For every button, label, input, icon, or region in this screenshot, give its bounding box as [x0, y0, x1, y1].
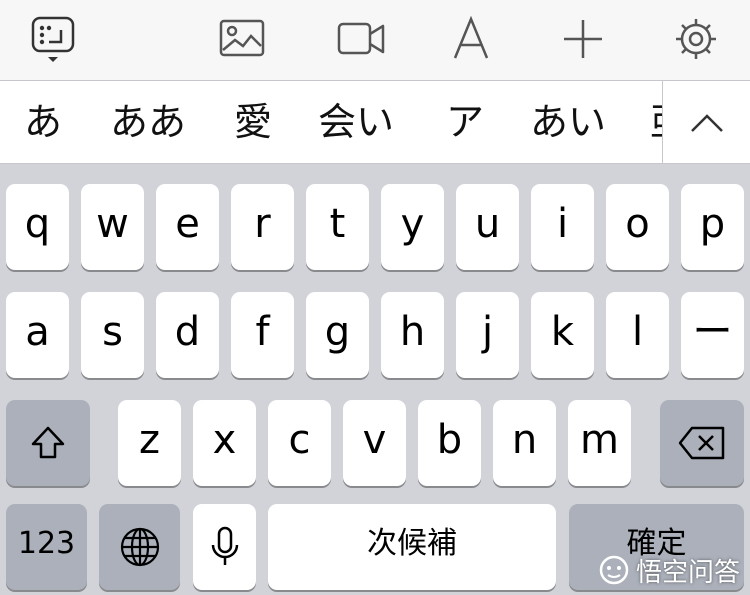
- key-q[interactable]: q: [6, 184, 69, 270]
- key-m[interactable]: m: [568, 400, 631, 486]
- watermark-logo-icon: [599, 555, 629, 585]
- key-a[interactable]: a: [6, 292, 69, 378]
- key-p[interactable]: p: [681, 184, 744, 270]
- key-g[interactable]: g: [306, 292, 369, 378]
- add-icon[interactable]: [558, 14, 608, 64]
- watermark: 悟空问答: [598, 553, 740, 588]
- key-v[interactable]: v: [343, 400, 406, 486]
- backspace-key[interactable]: [660, 400, 744, 486]
- key-z[interactable]: z: [118, 400, 181, 486]
- candidate-item-partial[interactable]: 亜: [650, 81, 662, 163]
- expand-candidates-button[interactable]: [663, 81, 750, 163]
- candidate-bar: あ ああ 愛 会い ア あい 亜: [0, 81, 750, 164]
- watermark-text: 悟空问答: [635, 557, 740, 588]
- candidate-item[interactable]: あ: [24, 81, 62, 163]
- microphone-icon: [211, 526, 238, 565]
- shift-arrow-icon: [31, 426, 65, 459]
- key-h[interactable]: h: [381, 292, 444, 378]
- key-u[interactable]: u: [456, 184, 519, 270]
- microphone-key[interactable]: [193, 504, 256, 590]
- globe-key[interactable]: [99, 504, 180, 590]
- video-icon[interactable]: [336, 14, 386, 64]
- key-r[interactable]: r: [231, 184, 294, 270]
- key-f[interactable]: f: [231, 292, 294, 378]
- text-format-icon[interactable]: [446, 14, 496, 64]
- key-d[interactable]: d: [156, 292, 219, 378]
- candidate-item[interactable]: あい: [530, 81, 606, 163]
- chevron-up-icon: [691, 114, 723, 132]
- keyboard: q w e r t y u i o p a s d f g h j k l ー …: [0, 164, 750, 595]
- candidate-item[interactable]: 会い: [318, 81, 394, 163]
- candidate-item[interactable]: ア: [446, 81, 484, 163]
- photo-icon[interactable]: [217, 14, 267, 64]
- key-w[interactable]: w: [81, 184, 144, 270]
- key-e[interactable]: e: [156, 184, 219, 270]
- key-t[interactable]: t: [306, 184, 369, 270]
- key-o[interactable]: o: [606, 184, 669, 270]
- key-x[interactable]: x: [193, 400, 256, 486]
- candidate-item[interactable]: 愛: [234, 81, 272, 163]
- key-s[interactable]: s: [81, 292, 144, 378]
- key-j[interactable]: j: [456, 292, 519, 378]
- key-long-dash[interactable]: ー: [681, 292, 744, 378]
- keyboard-settings-icon[interactable]: [28, 14, 78, 64]
- key-y[interactable]: y: [381, 184, 444, 270]
- space-key[interactable]: 次候補: [268, 504, 556, 590]
- backspace-icon: [678, 426, 725, 460]
- candidate-item[interactable]: ああ: [110, 81, 186, 163]
- numbers-key[interactable]: 123: [6, 504, 87, 590]
- key-k[interactable]: k: [531, 292, 594, 378]
- candidate-item-label: 亜: [650, 81, 662, 163]
- key-n[interactable]: n: [493, 400, 556, 486]
- shift-key[interactable]: [6, 400, 90, 486]
- key-i[interactable]: i: [531, 184, 594, 270]
- key-c[interactable]: c: [268, 400, 331, 486]
- globe-icon: [120, 527, 159, 567]
- key-l[interactable]: l: [606, 292, 669, 378]
- key-b[interactable]: b: [418, 400, 481, 486]
- settings-gear-icon[interactable]: [671, 14, 721, 64]
- input-toolbar: [0, 0, 750, 81]
